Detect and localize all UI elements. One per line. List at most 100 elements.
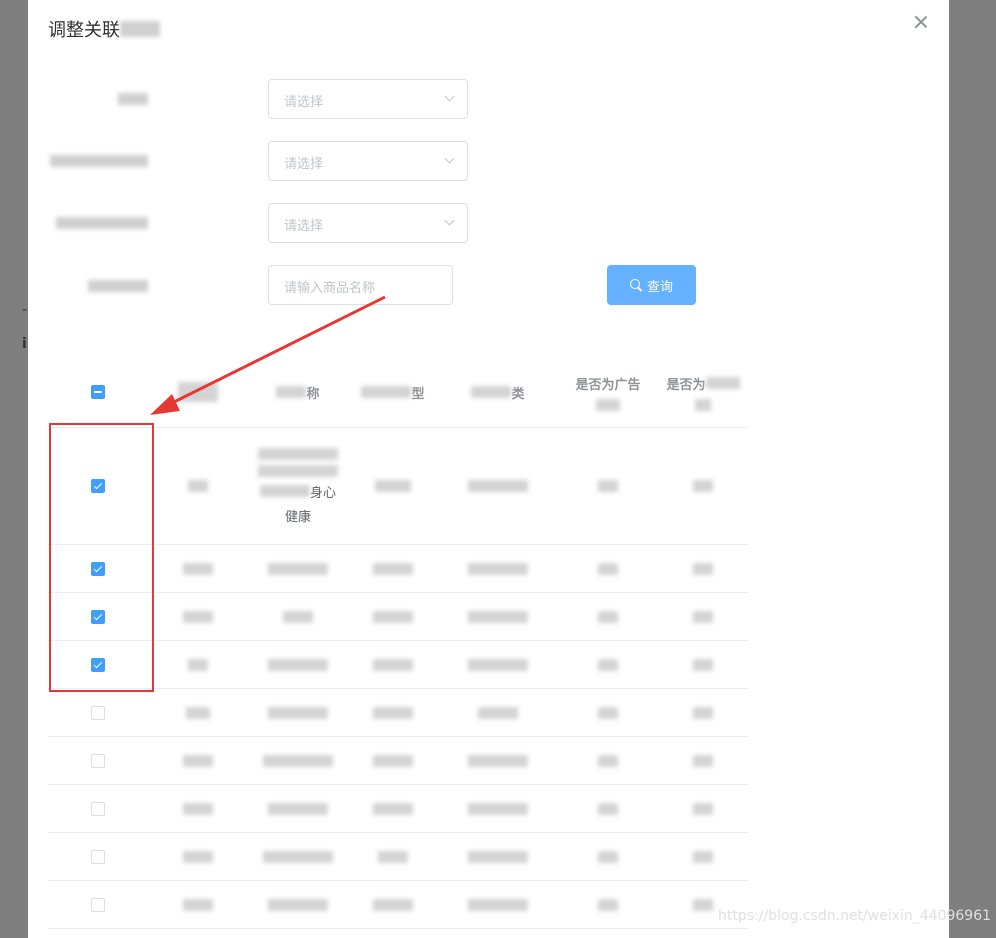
blurred-value	[378, 850, 408, 863]
row-checkbox[interactable]	[91, 849, 105, 864]
header-col-2-text: 称	[306, 386, 320, 402]
blurred-cell	[158, 737, 238, 784]
row-checkbox[interactable]	[91, 801, 105, 816]
row-checkbox[interactable]	[91, 705, 105, 720]
blurred-value	[188, 658, 208, 671]
blurred-cell	[348, 428, 438, 544]
product-name-input[interactable]: 请输入商品名称	[268, 265, 453, 305]
blurred-header	[695, 398, 711, 411]
blurred-cell	[438, 689, 558, 736]
background-fragment: i	[22, 336, 27, 352]
search-button-label: 查询	[646, 279, 673, 295]
blurred-value	[693, 562, 713, 575]
blurred-value	[263, 850, 333, 863]
blurred-cell	[348, 689, 438, 736]
header-col-4-text: 类	[511, 386, 525, 402]
blurred-cell	[348, 641, 438, 688]
blurred-cell	[158, 689, 238, 736]
search-icon	[629, 279, 642, 291]
table-row[interactable]	[48, 881, 748, 929]
row-checkbox-cell	[48, 785, 148, 832]
blurred-value	[268, 658, 328, 671]
blurred-value	[468, 562, 528, 575]
blurred-cell	[348, 737, 438, 784]
blurred-cell	[248, 689, 348, 736]
blurred-cell	[248, 785, 348, 832]
blurred-value	[693, 850, 713, 863]
blurred-value	[258, 447, 338, 460]
blurred-title-suffix	[120, 21, 160, 37]
blurred-value	[693, 898, 713, 911]
blurred-cell	[558, 641, 658, 688]
blurred-header	[178, 382, 218, 402]
blurred-cell	[158, 881, 238, 928]
header-col-3-text: 型	[411, 386, 425, 402]
blurred-cell	[438, 785, 558, 832]
chevron-down-icon	[444, 153, 455, 164]
blurred-cell	[658, 593, 748, 640]
blurred-value	[468, 802, 528, 815]
blurred-value	[283, 610, 313, 623]
search-button[interactable]: 查询	[607, 265, 696, 305]
blurred-value	[375, 480, 411, 492]
table-row[interactable]	[48, 737, 748, 785]
row-checkbox[interactable]	[91, 753, 105, 768]
blurred-cell	[558, 428, 658, 544]
select-all-checkbox[interactable]	[91, 385, 105, 399]
blurred-value	[183, 754, 213, 767]
background-fragment: -	[22, 302, 28, 318]
row-checkbox-cell	[48, 881, 148, 928]
blurred-value	[598, 754, 618, 767]
select-placeholder: 请选择	[284, 219, 324, 234]
blurred-value	[373, 706, 413, 719]
table-row[interactable]	[48, 689, 748, 737]
blurred-value	[693, 706, 713, 719]
blurred-cell	[158, 428, 238, 544]
table-row[interactable]	[48, 785, 748, 833]
table-row[interactable]	[48, 833, 748, 881]
blurred-cell	[248, 737, 348, 784]
blurred-cell	[658, 785, 748, 832]
blurred-value	[693, 610, 713, 623]
chevron-down-icon	[444, 91, 455, 102]
blurred-value	[188, 480, 208, 492]
blurred-value	[598, 562, 618, 575]
select-filter-3[interactable]: 请选择	[268, 203, 468, 243]
blurred-cell	[558, 833, 658, 880]
blurred-value	[268, 706, 328, 719]
blurred-cell	[558, 881, 658, 928]
blurred-cell	[558, 737, 658, 784]
select-placeholder: 请选择	[284, 157, 324, 172]
blurred-cell	[558, 785, 658, 832]
blurred-cell	[348, 833, 438, 880]
blurred-value	[373, 898, 413, 911]
blurred-cell	[438, 737, 558, 784]
blurred-cell	[558, 545, 658, 592]
header-col-6: 是否为	[658, 357, 748, 427]
header-checkbox-cell	[48, 357, 148, 427]
close-icon[interactable]	[913, 14, 929, 30]
blurred-value	[268, 898, 328, 911]
blurred-value	[373, 802, 413, 815]
blurred-header	[361, 386, 412, 398]
blurred-cell	[438, 833, 558, 880]
select-filter-1[interactable]: 请选择	[268, 79, 468, 119]
blurred-cell	[658, 428, 748, 544]
dialog-title: 调整关联	[48, 16, 160, 42]
blurred-value	[183, 802, 213, 815]
blurred-value	[183, 850, 213, 863]
row-checkbox[interactable]	[91, 897, 105, 912]
row-checkbox-cell	[48, 833, 148, 880]
blurred-cell	[158, 593, 238, 640]
blurred-value	[268, 562, 328, 575]
blurred-value	[468, 898, 528, 911]
blurred-cell	[658, 833, 748, 880]
blurred-cell	[158, 785, 238, 832]
blurred-value	[183, 610, 213, 623]
product-name-lines: 身心 健康	[258, 447, 338, 525]
header-col-5-text: 是否为广告	[575, 377, 641, 393]
blurred-value	[468, 850, 528, 863]
select-filter-2[interactable]: 请选择	[268, 141, 468, 181]
blurred-cell	[348, 545, 438, 592]
select-placeholder: 请选择	[284, 95, 324, 110]
